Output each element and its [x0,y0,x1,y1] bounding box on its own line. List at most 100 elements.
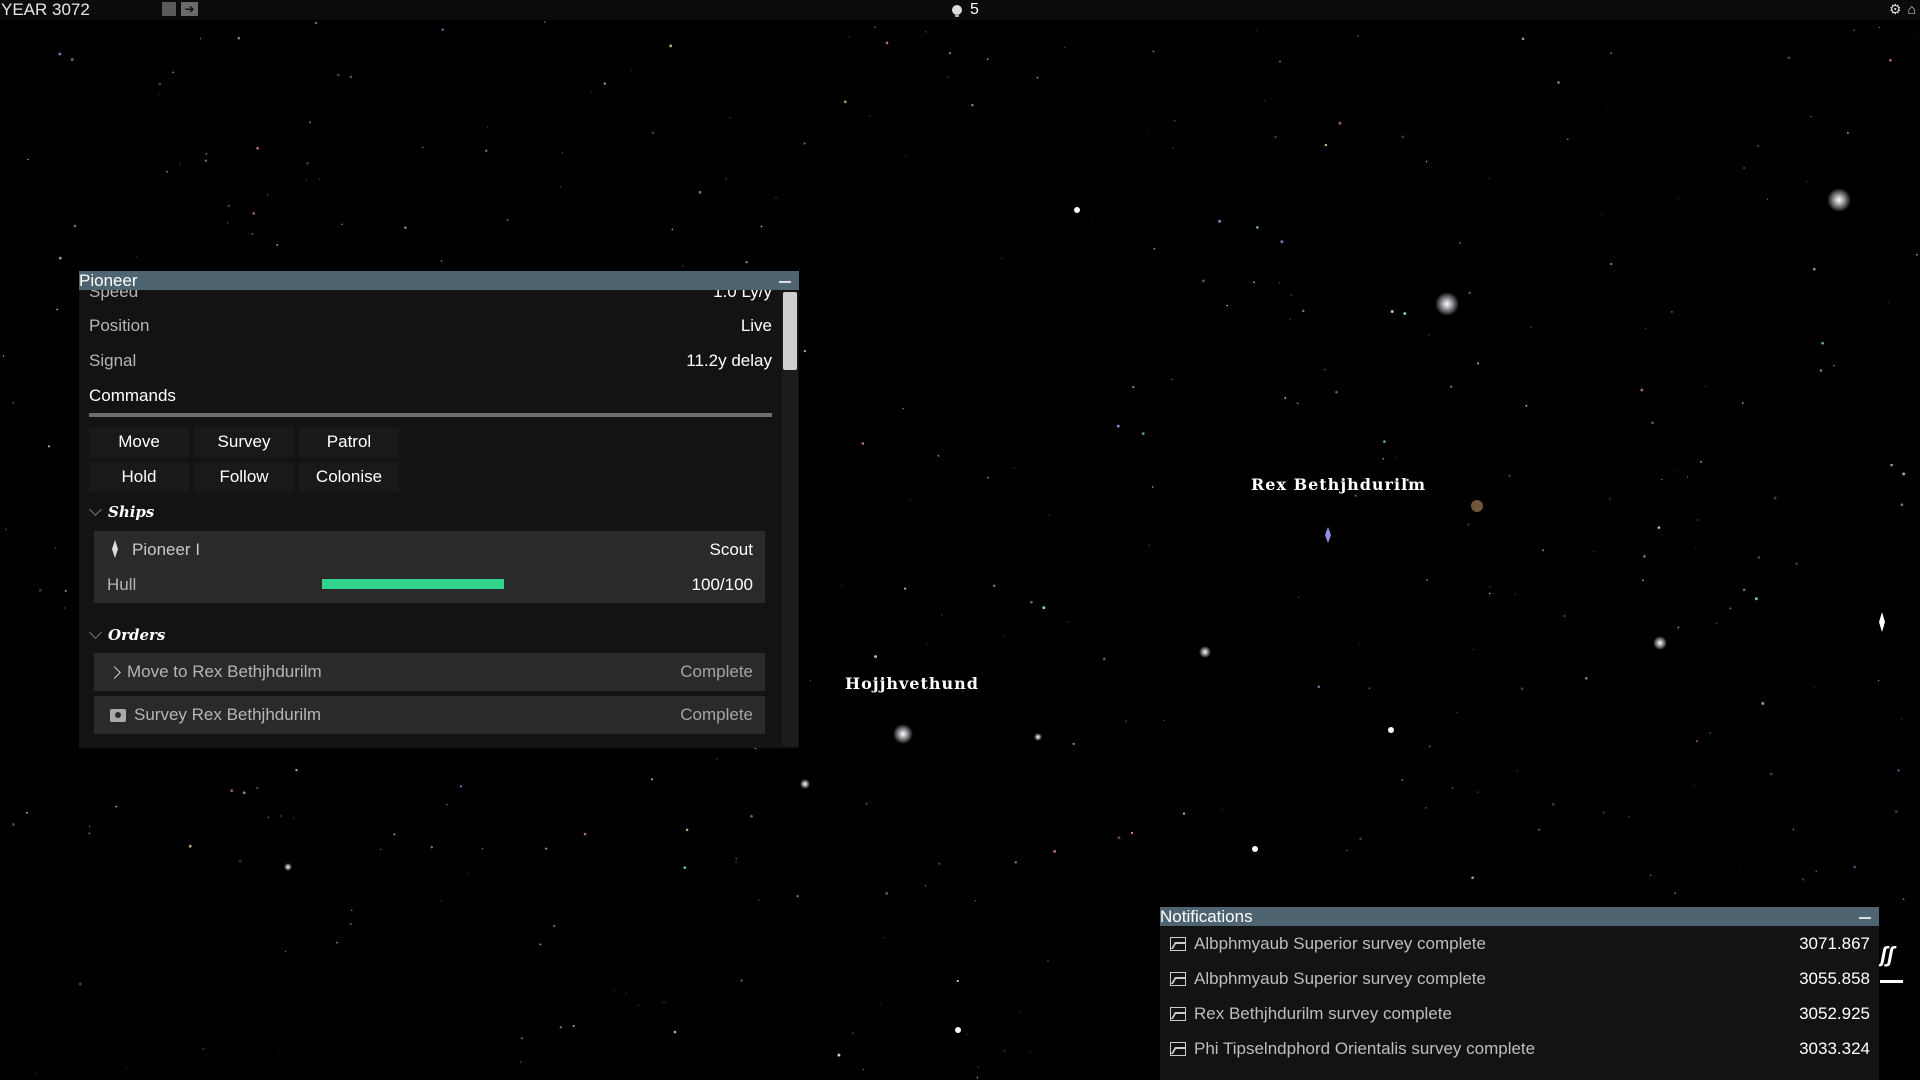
notification-item[interactable]: Rex Bethjhdurilm survey complete 3052.92… [1170,999,1870,1029]
star-dot [1600,213,1603,215]
ship-marker-icon[interactable] [1877,612,1887,632]
star-dot [1696,519,1699,521]
minimize-icon[interactable] [779,280,791,283]
survey-button[interactable]: Survey [194,427,294,457]
star-dot [1092,217,1094,219]
order-row[interactable]: Survey Rex Bethjhdurilm Complete [94,696,765,734]
image-icon [1170,1042,1186,1056]
star-dot [1284,396,1287,399]
star-dot [1709,732,1711,734]
star-dot [1467,523,1470,526]
star-dot [1357,35,1359,37]
hull-bar [322,579,504,589]
ships-title: Ships [108,503,155,521]
star-dot [986,476,990,479]
star-dot [1741,402,1744,404]
star-dot [1182,812,1186,815]
move-button[interactable]: Move [89,427,189,457]
star-dot [1042,606,1046,610]
star-dot [1477,791,1479,793]
star-dot [1383,440,1386,443]
notifications-title-bar[interactable]: Notifications [1160,907,1879,926]
star-dot [1767,198,1769,200]
lightbulb-icon [952,5,962,17]
star-dot [539,943,542,946]
speed-label: Speed [89,290,139,301]
star-dot [837,1053,841,1057]
star-dot [735,858,737,860]
star-dot [267,816,270,819]
star-dot [1900,503,1904,507]
panel-title: Pioneer [79,270,138,290]
star-dot [1459,242,1461,244]
star-dot [380,848,382,851]
star-label-rex-bethjhdurilm[interactable]: Rex Bethjhdurilm [1251,475,1426,494]
star-dot [64,589,67,592]
ship-card[interactable]: Pioneer I Scout Hull 100/100 [94,531,765,603]
star-dot [58,52,62,56]
home-icon[interactable]: ⌂ [1908,1,1916,18]
panel-body[interactable]: Speed 1.0 Ly/y Position Live Signal 11.2… [79,290,779,748]
fast-forward-icon[interactable]: ➔ [181,2,198,16]
star-dot [941,614,943,616]
follow-button[interactable]: Follow [194,462,294,492]
star-dot [308,121,312,124]
star-dot [1757,556,1761,559]
star-dot [1877,680,1880,682]
star-dot [926,643,928,645]
star-dot [862,1068,864,1070]
image-icon [1170,972,1186,986]
star-dot [1067,621,1069,623]
star-dot [422,146,424,149]
star-dot [1756,144,1760,148]
star-dot [48,445,50,448]
orders-group-header[interactable]: Orders [89,626,165,644]
star-dot [1894,810,1898,813]
star-dot [166,170,169,173]
notification-item[interactable]: Albphmyaub Superior survey complete 3071… [1170,929,1870,959]
panel-scrollbar[interactable] [782,292,798,746]
position-label: Position [89,316,150,335]
star-dot [1029,1050,1031,1052]
pioneer-panel: Pioneer Speed 1.0 Ly/y Position Live Sig… [79,271,799,748]
star-dot [1693,785,1695,787]
star-dot [446,804,448,806]
gear-icon[interactable]: ⚙ [1889,1,1902,18]
star-dot [1151,486,1154,488]
pause-icon[interactable] [162,2,176,16]
star-dot [1660,478,1663,481]
offscreen-marker-icon[interactable]: ʃʃ [1880,942,1894,968]
notification-text: Phi Tipselndphord Orientalis survey comp… [1194,1039,1536,1058]
ships-group-header[interactable]: Ships [89,503,155,521]
star-dot [1428,333,1430,336]
star-dot [1132,386,1135,389]
star-dot [25,811,28,814]
star-dot [1401,778,1404,781]
patrol-button[interactable]: Patrol [299,427,399,457]
star-dot [293,817,295,819]
panel-title-bar[interactable]: Pioneer [79,271,799,290]
star-dot [1810,115,1812,118]
star-dot [1819,369,1823,372]
star-label-hojjhvethund[interactable]: Hojjhvethund [845,674,979,693]
star-dot [38,588,42,592]
colonise-button[interactable]: Colonise [299,462,399,492]
star-dot [172,71,175,74]
star-dot [1593,551,1595,553]
notification-item[interactable]: Phi Tipselndphord Orientalis survey comp… [1170,1034,1870,1064]
star-dot [1428,745,1431,748]
star-dot [613,990,615,992]
notification-item[interactable]: Albphmyaub Superior survey complete 3055… [1170,964,1870,994]
star-dot [1678,198,1680,200]
star-dot [1686,476,1688,478]
order-row[interactable]: Move to Rex Bethjhdurilm Complete [94,653,765,691]
hold-button[interactable]: Hold [89,462,189,492]
scrollbar-thumb[interactable] [783,292,797,370]
star-dot [1833,364,1835,367]
minimize-icon[interactable] [1859,916,1871,919]
star-dot [1695,740,1699,743]
star-dot [905,156,907,157]
star-dot [440,260,443,262]
survey-icon [110,708,126,722]
star-dot [1525,404,1528,407]
